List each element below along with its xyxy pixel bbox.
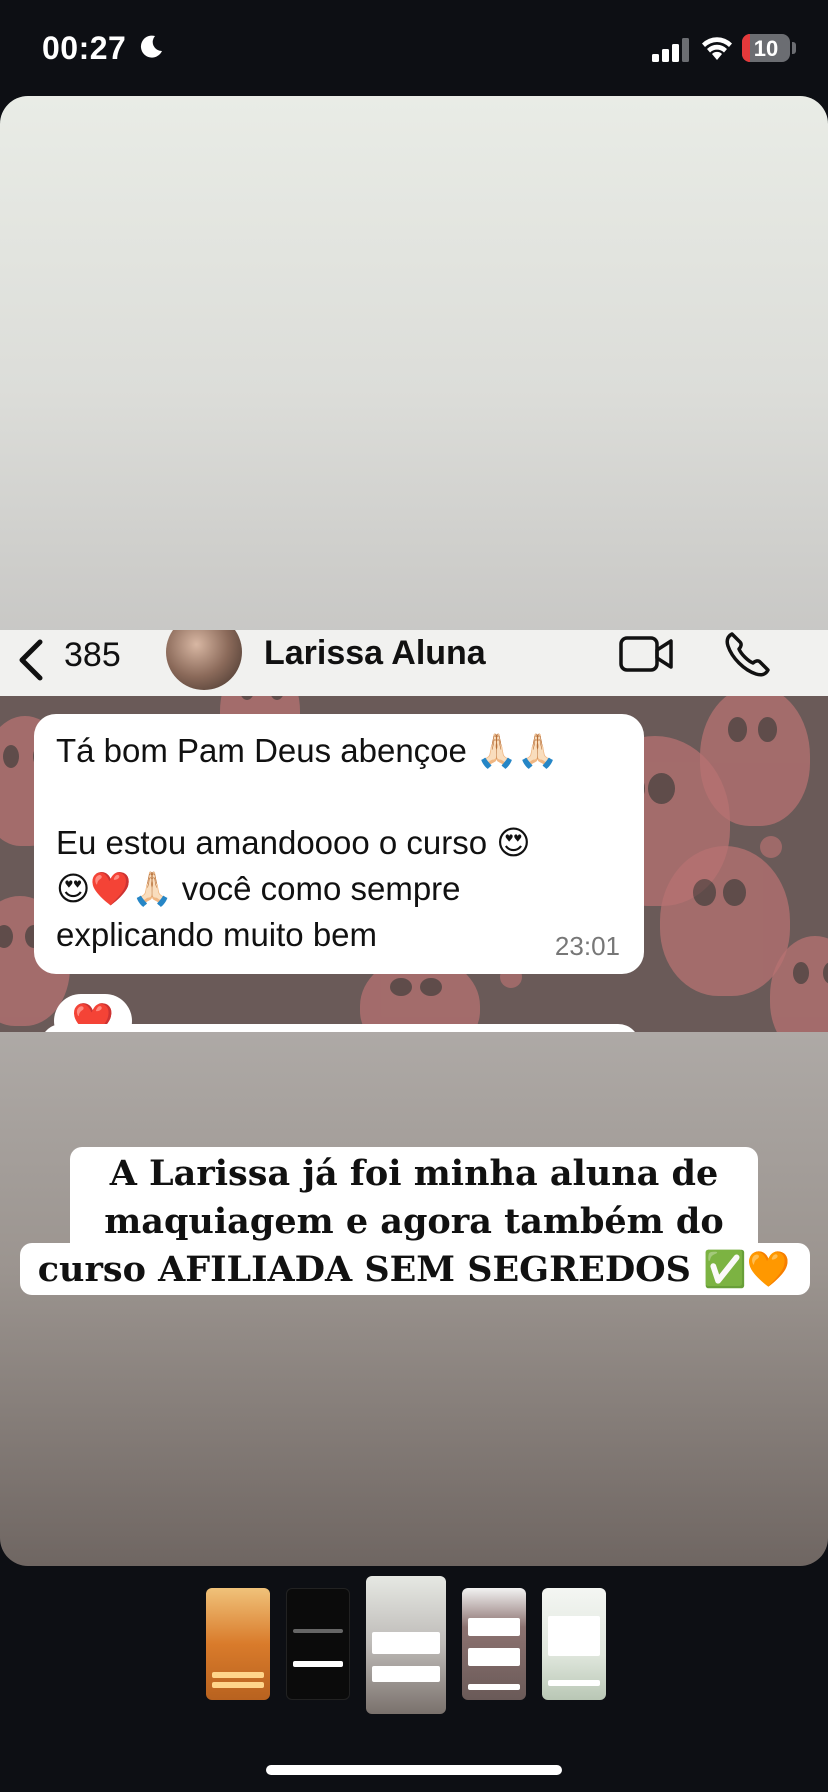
message-line: explicando muito bem — [56, 916, 378, 953]
message-text: Tá bom Pam Deus abençoe 🙏🏻🙏🏻 Eu estou am… — [56, 728, 626, 958]
message-bubble[interactable]: Tá bom Pam Deus abençoe 🙏🏻🙏🏻 Eu estou am… — [34, 714, 644, 974]
story-thumbnails — [0, 1576, 828, 1716]
status-time: 00:27 — [42, 30, 127, 66]
caption-line: A Larissa já foi minha aluna de — [109, 1153, 719, 1194]
battery-tip — [792, 42, 796, 54]
next-message-bubble — [40, 1024, 640, 1032]
battery-level: 10 — [753, 36, 779, 61]
message-line: Tá bom Pam Deus abençoe 🙏🏻🙏🏻 — [56, 732, 559, 769]
story-thumbnail[interactable] — [206, 1588, 270, 1700]
chat-screenshot: 385 Larissa Aluna Tá bom Pam Deus abenço… — [0, 630, 828, 1032]
battery-icon: 10 — [742, 34, 790, 62]
status-bar: 00:27 10 — [0, 0, 828, 96]
signal-icon — [652, 38, 689, 62]
chat-header: 385 Larissa Aluna — [0, 630, 828, 696]
home-indicator[interactable] — [266, 1765, 562, 1775]
message-time: 23:01 — [554, 931, 620, 961]
caption-line: curso AFILIADA SEM SEGREDOS ✅🧡 — [37, 1249, 791, 1290]
avatar — [166, 630, 242, 690]
story-card[interactable]: 385 Larissa Aluna Tá bom Pam Deus abenço… — [0, 96, 828, 1566]
story-thumbnail[interactable] — [542, 1588, 606, 1700]
story-thumbnail[interactable] — [462, 1588, 526, 1700]
back-chevron-icon — [19, 639, 43, 681]
moon-icon — [140, 35, 162, 58]
story-thumbnail[interactable] — [286, 1588, 350, 1700]
contact-name: Larissa Aluna — [264, 634, 486, 672]
video-call-icon — [619, 636, 673, 672]
message-line: Eu estou amandoooo o curso 😍 — [56, 824, 531, 861]
message-line: 😍❤️🙏🏻 você como sempre — [56, 870, 461, 907]
phone-icon — [725, 632, 770, 677]
story-thumbnail-current[interactable] — [366, 1576, 446, 1714]
wifi-icon — [702, 37, 732, 60]
caption-line: maquiagem e agora também do — [104, 1201, 724, 1242]
unread-count: 385 — [64, 636, 121, 674]
